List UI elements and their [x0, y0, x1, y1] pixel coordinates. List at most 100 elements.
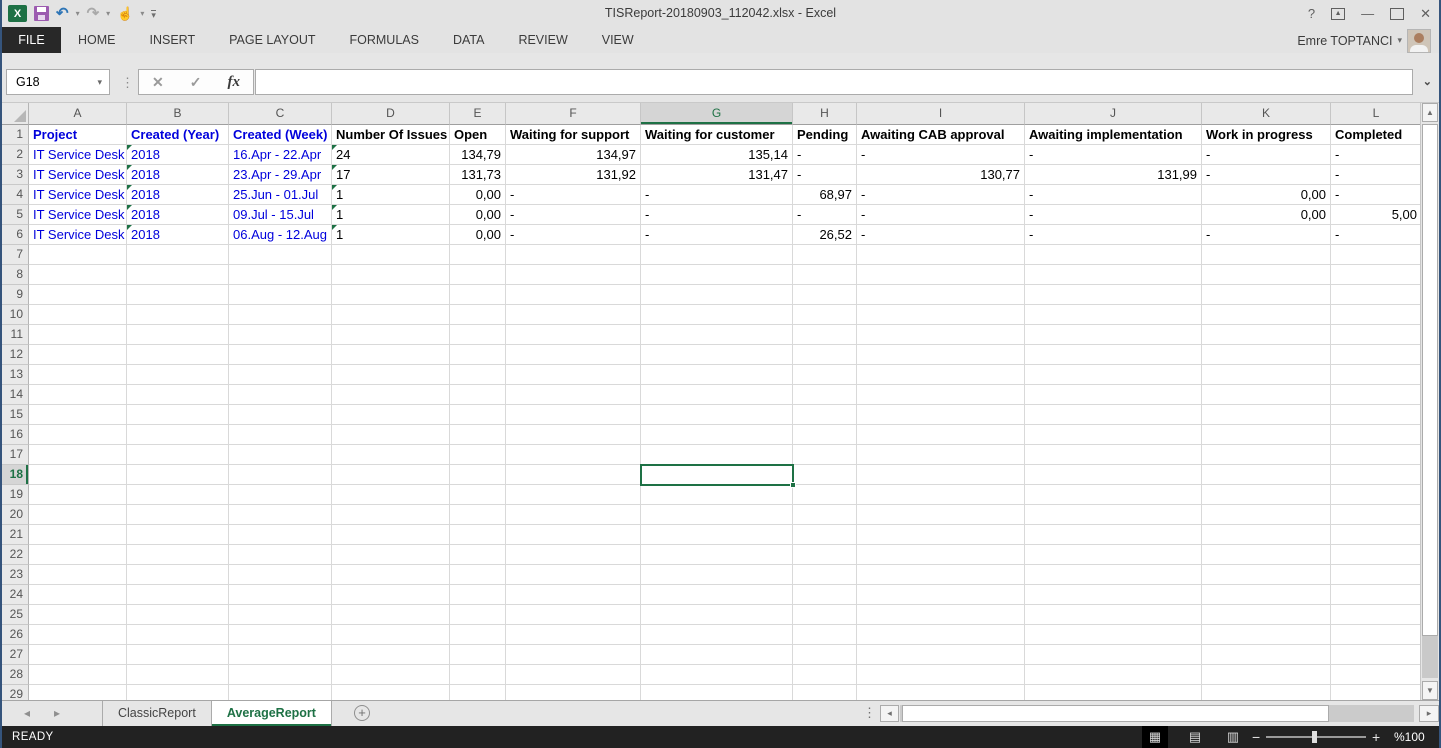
- cell-F11[interactable]: [506, 325, 641, 345]
- cell-B2[interactable]: 2018: [127, 145, 229, 165]
- cell-F25[interactable]: [506, 605, 641, 625]
- cell-H4[interactable]: 68,97: [793, 185, 857, 205]
- cell-G2[interactable]: 135,14: [641, 145, 793, 165]
- cell-H1[interactable]: Pending: [793, 125, 857, 145]
- view-page-break-icon[interactable]: ▥: [1220, 726, 1246, 748]
- column-header-B[interactable]: B: [127, 103, 229, 125]
- cell-D5[interactable]: 1: [332, 205, 450, 225]
- cell-E12[interactable]: [450, 345, 506, 365]
- name-box-dropdown-icon[interactable]: ▾: [97, 70, 102, 94]
- cell-L3[interactable]: -: [1331, 165, 1422, 185]
- cell-C24[interactable]: [229, 585, 332, 605]
- cell-E6[interactable]: 0,00: [450, 225, 506, 245]
- cell-L7[interactable]: [1331, 245, 1422, 265]
- cell-A14[interactable]: [29, 385, 127, 405]
- cell-C25[interactable]: [229, 605, 332, 625]
- cell-C14[interactable]: [229, 385, 332, 405]
- cell-K29[interactable]: [1202, 685, 1331, 700]
- cell-B15[interactable]: [127, 405, 229, 425]
- row-header-12[interactable]: 12: [2, 345, 29, 365]
- cell-B18[interactable]: [127, 465, 229, 485]
- name-box-splitter[interactable]: ⋮: [121, 75, 134, 91]
- cell-J5[interactable]: -: [1025, 205, 1202, 225]
- cell-E10[interactable]: [450, 305, 506, 325]
- cell-C12[interactable]: [229, 345, 332, 365]
- cell-J6[interactable]: -: [1025, 225, 1202, 245]
- row-header-1[interactable]: 1: [2, 125, 29, 145]
- column-header-K[interactable]: K: [1202, 103, 1331, 125]
- cell-H2[interactable]: -: [793, 145, 857, 165]
- cell-F18[interactable]: [506, 465, 641, 485]
- cell-K5[interactable]: 0,00: [1202, 205, 1331, 225]
- cell-E23[interactable]: [450, 565, 506, 585]
- row-header-2[interactable]: 2: [2, 145, 29, 165]
- cell-C20[interactable]: [229, 505, 332, 525]
- tab-review[interactable]: REVIEW: [501, 27, 584, 53]
- cell-B8[interactable]: [127, 265, 229, 285]
- user-dropdown-icon[interactable]: ▾: [1397, 35, 1402, 46]
- cell-A18[interactable]: [29, 465, 127, 485]
- cell-H27[interactable]: [793, 645, 857, 665]
- cell-C11[interactable]: [229, 325, 332, 345]
- cell-J20[interactable]: [1025, 505, 1202, 525]
- cell-G12[interactable]: [641, 345, 793, 365]
- cell-C28[interactable]: [229, 665, 332, 685]
- ribbon-display-options-icon[interactable]: ▲: [1331, 8, 1345, 20]
- column-header-H[interactable]: H: [793, 103, 857, 125]
- cell-K27[interactable]: [1202, 645, 1331, 665]
- cell-D18[interactable]: [332, 465, 450, 485]
- cell-I19[interactable]: [857, 485, 1025, 505]
- cell-E5[interactable]: 0,00: [450, 205, 506, 225]
- hscroll-left-icon[interactable]: ◂: [880, 705, 899, 722]
- cell-J26[interactable]: [1025, 625, 1202, 645]
- tab-file[interactable]: FILE: [2, 27, 61, 53]
- cell-K12[interactable]: [1202, 345, 1331, 365]
- cell-D22[interactable]: [332, 545, 450, 565]
- cell-D10[interactable]: [332, 305, 450, 325]
- cell-E11[interactable]: [450, 325, 506, 345]
- column-header-E[interactable]: E: [450, 103, 506, 125]
- cell-B19[interactable]: [127, 485, 229, 505]
- hscroll-right-icon[interactable]: ▸: [1419, 705, 1439, 722]
- column-header-F[interactable]: F: [506, 103, 641, 125]
- cell-J7[interactable]: [1025, 245, 1202, 265]
- cell-C22[interactable]: [229, 545, 332, 565]
- cell-E18[interactable]: [450, 465, 506, 485]
- cell-J23[interactable]: [1025, 565, 1202, 585]
- cell-B20[interactable]: [127, 505, 229, 525]
- cell-E20[interactable]: [450, 505, 506, 525]
- cell-L28[interactable]: [1331, 665, 1422, 685]
- cell-E13[interactable]: [450, 365, 506, 385]
- expand-formula-bar-icon[interactable]: ⌄: [1423, 75, 1432, 88]
- cell-K3[interactable]: -: [1202, 165, 1331, 185]
- cell-K17[interactable]: [1202, 445, 1331, 465]
- cell-K9[interactable]: [1202, 285, 1331, 305]
- cell-L19[interactable]: [1331, 485, 1422, 505]
- cell-C16[interactable]: [229, 425, 332, 445]
- cell-B1[interactable]: Created (Year): [127, 125, 229, 145]
- cell-J21[interactable]: [1025, 525, 1202, 545]
- cell-K21[interactable]: [1202, 525, 1331, 545]
- cell-G20[interactable]: [641, 505, 793, 525]
- cell-A20[interactable]: [29, 505, 127, 525]
- cell-C17[interactable]: [229, 445, 332, 465]
- row-header-17[interactable]: 17: [2, 445, 29, 465]
- cell-L25[interactable]: [1331, 605, 1422, 625]
- cell-F24[interactable]: [506, 585, 641, 605]
- cell-J10[interactable]: [1025, 305, 1202, 325]
- cell-A5[interactable]: IT Service Desk: [29, 205, 127, 225]
- cell-I17[interactable]: [857, 445, 1025, 465]
- cell-G7[interactable]: [641, 245, 793, 265]
- cell-A29[interactable]: [29, 685, 127, 700]
- cell-H24[interactable]: [793, 585, 857, 605]
- cell-E21[interactable]: [450, 525, 506, 545]
- cell-C9[interactable]: [229, 285, 332, 305]
- cell-J3[interactable]: 131,99: [1025, 165, 1202, 185]
- cell-H20[interactable]: [793, 505, 857, 525]
- cell-I16[interactable]: [857, 425, 1025, 445]
- row-header-21[interactable]: 21: [2, 525, 29, 545]
- cell-C27[interactable]: [229, 645, 332, 665]
- cell-L15[interactable]: [1331, 405, 1422, 425]
- cell-B3[interactable]: 2018: [127, 165, 229, 185]
- cell-F1[interactable]: Waiting for support: [506, 125, 641, 145]
